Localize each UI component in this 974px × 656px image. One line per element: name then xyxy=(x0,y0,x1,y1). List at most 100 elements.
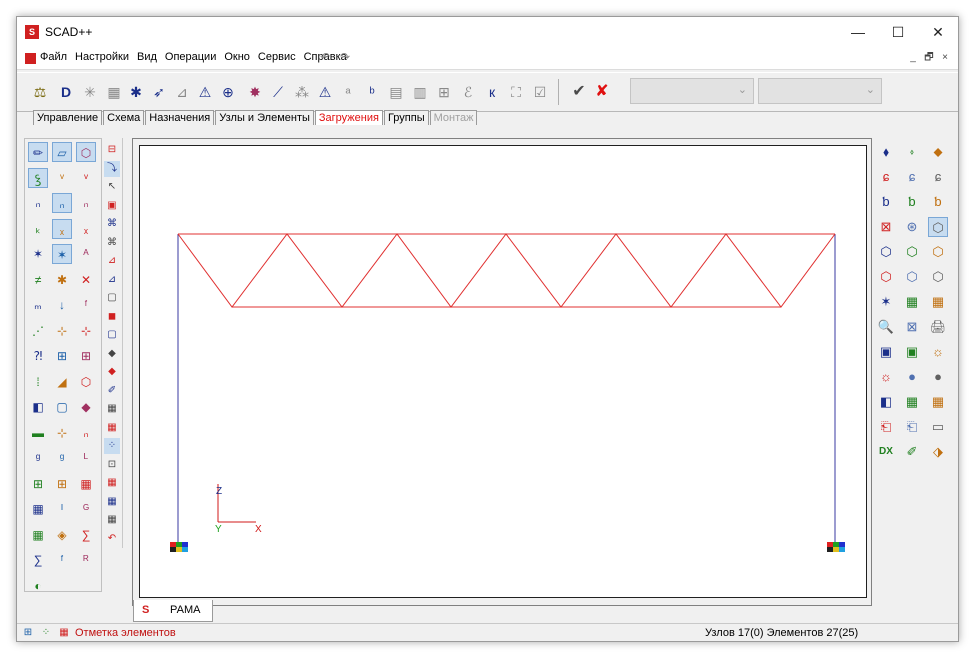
load-b-icon[interactable]: ᵇ xyxy=(363,83,381,101)
triangle-load-icon[interactable]: ⊿ xyxy=(173,83,191,101)
force-icon[interactable]: ➶ xyxy=(150,83,168,101)
left-tool-icon[interactable]: ✶ xyxy=(52,244,72,264)
left-tool-icon[interactable]: ⊞ xyxy=(52,474,72,494)
right-tool-icon[interactable]: ⬗ xyxy=(928,442,948,462)
apply-check-icon[interactable]: ✔ xyxy=(570,83,588,101)
checklist-icon[interactable]: ☑ xyxy=(531,83,549,101)
table-load-icon[interactable]: ▤ xyxy=(387,83,405,101)
right-tool-icon[interactable]: ✐ xyxy=(902,442,922,462)
minimize-button[interactable]: — xyxy=(838,17,878,47)
right-tool-icon[interactable]: ⬥ xyxy=(928,142,948,162)
d-icon[interactable]: D xyxy=(57,83,75,101)
slope-load-icon[interactable]: ⟋ xyxy=(269,83,287,101)
right-tool-icon[interactable]: ▭ xyxy=(928,417,948,437)
left-tool-icon[interactable]: ✶ xyxy=(28,244,48,264)
left-tool-icon[interactable]: ᶠ xyxy=(76,295,96,315)
tab-scheme[interactable]: Схема xyxy=(103,110,145,125)
secondary-tool-icon[interactable]: ▦ xyxy=(104,494,120,510)
right-tool-icon[interactable]: ɕ xyxy=(902,167,922,187)
right-tool-icon[interactable]: ▣ xyxy=(876,342,896,362)
left-tool-icon[interactable]: ✱ xyxy=(52,270,72,290)
warning-load-icon[interactable]: ⚠ xyxy=(196,83,214,101)
secondary-tool-icon[interactable]: ▦ xyxy=(104,420,120,436)
loadcase-combo[interactable]: ⌄ xyxy=(630,78,754,104)
right-tool-icon[interactable]: ⎗ xyxy=(876,417,896,437)
close-button[interactable]: ✕ xyxy=(918,17,958,47)
left-tool-icon[interactable]: ᵛ xyxy=(76,168,96,188)
right-tool-icon[interactable]: ⎗ xyxy=(902,417,922,437)
right-tool-icon[interactable]: ⊠ xyxy=(902,317,922,337)
tab-groups[interactable]: Группы xyxy=(383,110,429,125)
left-tool-icon[interactable]: ▦ xyxy=(28,525,48,545)
left-tool-icon[interactable]: ⊹ xyxy=(52,423,72,443)
model-canvas[interactable]: Z Y X xyxy=(139,145,867,598)
cancel-x-icon[interactable]: ✘ xyxy=(593,83,611,101)
right-tool-icon[interactable]: ⬡ xyxy=(902,267,922,287)
right-tool-icon[interactable]: ▦ xyxy=(902,392,922,412)
alert-load-icon[interactable]: ⚠ xyxy=(316,83,334,101)
secondary-tool-icon[interactable]: ◆ xyxy=(104,346,120,362)
left-tool-icon[interactable]: ₓ xyxy=(76,219,96,239)
right-tool-icon[interactable]: ▦ xyxy=(928,292,948,312)
title-bar[interactable]: S SCAD++ — ☐ ✕ xyxy=(17,17,958,47)
left-tool-icon[interactable]: ≠ xyxy=(28,270,48,290)
secondary-tool-icon[interactable]: ▢ xyxy=(104,327,120,343)
left-tool-icon[interactable]: ▢ xyxy=(52,397,72,417)
frame-icon[interactable]: ⛶ xyxy=(507,83,525,101)
left-tool-icon[interactable]: ⬡ xyxy=(76,142,96,162)
right-tool-icon[interactable]: ▦ xyxy=(902,292,922,312)
group-combo[interactable]: ⌄ xyxy=(758,78,882,104)
right-tool-icon[interactable]: ⬡ xyxy=(902,242,922,262)
secondary-tool-icon[interactable]: ⊿ xyxy=(104,253,120,269)
right-tool-icon[interactable]: ɕ xyxy=(928,167,948,187)
left-tool-icon[interactable]: ᴿ xyxy=(76,550,96,570)
mdi-restore-button[interactable]: 🗗 xyxy=(922,51,936,65)
right-tool-icon[interactable]: 🖨 xyxy=(928,317,948,337)
left-tool-icon[interactable]: ⬡ xyxy=(76,372,96,392)
left-tool-icon[interactable]: ▬ xyxy=(28,423,48,443)
left-tool-icon[interactable]: ∑ xyxy=(76,525,96,545)
mdi-minimize-button[interactable]: _ xyxy=(906,51,920,65)
secondary-tool-icon[interactable]: ⤵ xyxy=(104,160,120,177)
right-tool-icon[interactable]: ɕ xyxy=(876,167,896,187)
right-tool-icon[interactable]: ▦ xyxy=(928,392,948,412)
left-tool-icon[interactable]: ▦ xyxy=(76,474,96,494)
left-tool-icon[interactable]: ∑ xyxy=(28,550,48,570)
right-tool-icon[interactable]: ƅ xyxy=(902,192,922,212)
left-tool-icon[interactable]: ⁞ xyxy=(28,372,48,392)
left-tool-icon[interactable]: ◢ xyxy=(52,372,72,392)
secondary-tool-icon[interactable]: ▦ xyxy=(104,475,120,491)
secondary-tool-icon[interactable]: ⌘ xyxy=(104,216,120,232)
right-tool-icon[interactable]: ⬫ xyxy=(902,142,922,162)
left-tool-icon[interactable]: ✕ xyxy=(76,270,96,290)
left-tool-icon[interactable]: ↓ xyxy=(52,295,72,315)
secondary-tool-icon[interactable]: ↶ xyxy=(104,531,120,547)
right-tool-icon[interactable]: ● xyxy=(902,367,922,387)
document-tab[interactable]: S РАМА xyxy=(133,600,213,622)
secondary-tool-icon[interactable]: ▦ xyxy=(104,512,120,528)
secondary-tool-icon[interactable]: ◆ xyxy=(104,364,120,380)
left-tool-icon[interactable]: ▱ xyxy=(52,142,72,162)
secondary-tool-icon[interactable]: ▦ xyxy=(104,401,120,417)
right-tool-icon[interactable]: ⬡ xyxy=(928,242,948,262)
mass-icon[interactable]: ✸ xyxy=(246,83,264,101)
left-tool-icon[interactable]: ◆ xyxy=(76,397,96,417)
left-tool-icon[interactable]: ₙ xyxy=(76,193,96,213)
menu-operations[interactable]: Операции xyxy=(164,51,217,63)
left-tool-icon[interactable]: ᴸ xyxy=(76,448,96,468)
left-tool-icon[interactable]: ᵛ xyxy=(52,168,72,188)
secondary-tool-icon[interactable]: ◼ xyxy=(104,309,120,325)
right-tool-icon[interactable]: ⬧ xyxy=(876,142,896,162)
balance-icon[interactable]: ⚖ xyxy=(31,83,49,101)
right-tool-icon[interactable]: ☼ xyxy=(876,367,896,387)
menu-file[interactable]: Файл xyxy=(39,51,68,63)
right-tool-icon[interactable]: 🔍 xyxy=(876,317,896,337)
left-tool-icon[interactable]: ▦ xyxy=(28,499,48,519)
maximize-button[interactable]: ☐ xyxy=(878,17,918,47)
right-tool-icon[interactable]: ✶ xyxy=(876,292,896,312)
menu-view[interactable]: Вид xyxy=(136,51,158,63)
left-tool-icon[interactable]: ₙ xyxy=(76,423,96,443)
right-tool-icon[interactable]: ▣ xyxy=(902,342,922,362)
right-tool-icon[interactable]: ☼ xyxy=(928,342,948,362)
left-tool-icon[interactable]: ᵍ xyxy=(28,448,48,468)
